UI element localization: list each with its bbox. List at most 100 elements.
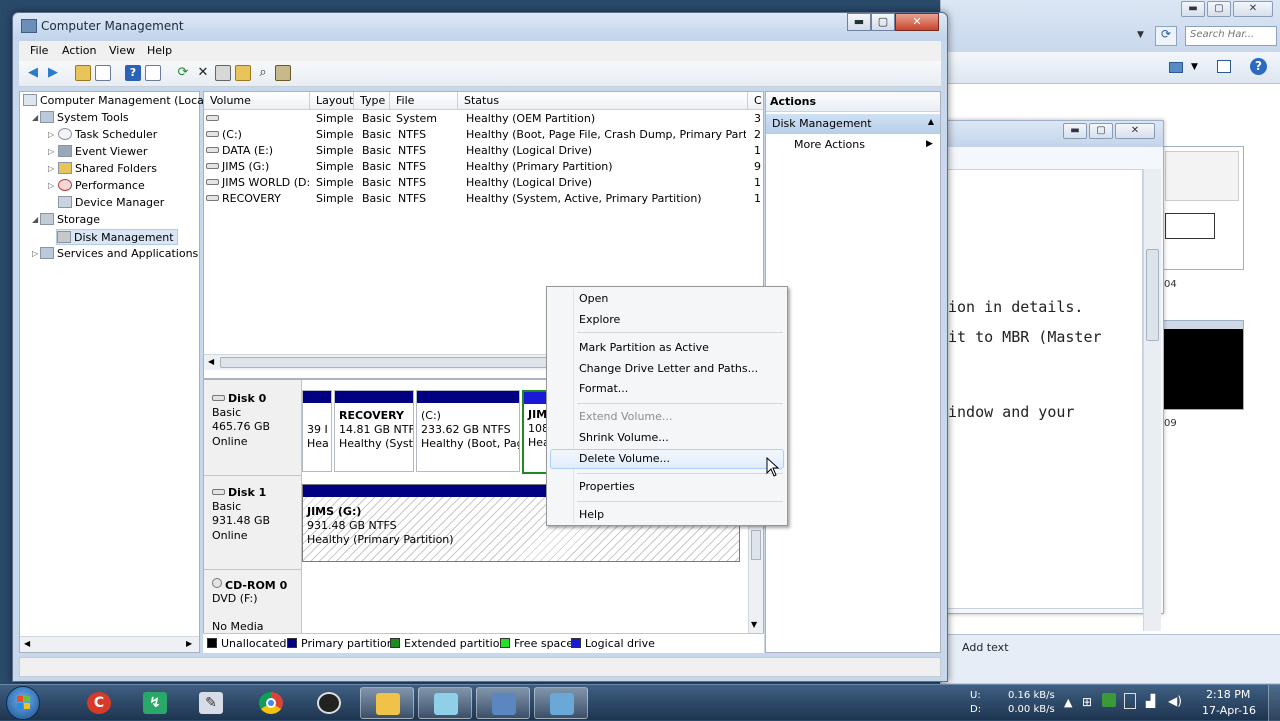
explorer-minimize-button[interactable]: ▬ (1181, 1, 1205, 17)
tree-item-disk-management[interactable]: Disk Management (56, 229, 178, 245)
add-text-label[interactable]: Add text (962, 641, 1009, 654)
disk-0-label[interactable]: Disk 0 Basic 465.76 GB Online (204, 380, 302, 476)
partition-c[interactable]: (C:) 233.62 GB NTFS Healthy (Boot, Pag (416, 390, 520, 472)
taskbar-explorer[interactable] (360, 687, 414, 719)
collapse-up-icon[interactable]: ▲ (928, 117, 934, 126)
start-button[interactable] (6, 686, 40, 720)
menu-item-format[interactable]: Format... (579, 382, 628, 395)
search-input[interactable]: Search Har... (1185, 26, 1277, 46)
actions-disk-management[interactable]: Disk Management ▲ (766, 114, 940, 134)
menu-item-change-drive-letter[interactable]: Change Drive Letter and Paths... (579, 362, 758, 375)
view-options-icon[interactable] (1169, 62, 1183, 73)
properties-icon[interactable] (215, 65, 231, 81)
taskbar-ccleaner[interactable]: C (72, 687, 126, 719)
scrollbar-thumb[interactable] (220, 357, 560, 368)
expand-arrow-icon[interactable]: ▷ (48, 147, 54, 156)
taskbar-chrome[interactable] (244, 687, 298, 719)
menu-item-properties[interactable]: Properties (579, 480, 635, 493)
tree-item-system-tools[interactable]: System Tools (40, 110, 129, 126)
disk-1-label[interactable]: Disk 1 Basic 931.48 GB Online (204, 476, 302, 570)
editor-document[interactable]: ion in details. it to MBR (Master indow … (947, 169, 1143, 609)
speaker-icon[interactable]: ◀) (1168, 694, 1182, 708)
refresh-icon[interactable]: ⟳ (175, 65, 191, 81)
close-button[interactable]: ✕ (895, 13, 939, 31)
back-arrow-icon[interactable]: ◀ (25, 65, 41, 81)
chevron-down-icon[interactable]: ▼ (1191, 62, 1198, 72)
chevron-down-icon[interactable]: ▼ (1137, 30, 1144, 40)
column-header-capacity[interactable]: C (748, 92, 763, 110)
tree-item-services-and-applications[interactable]: Services and Applications (40, 246, 198, 262)
submenu-arrow-icon[interactable]: ▶ (926, 139, 933, 149)
editor-maximize-button[interactable]: ▢ (1089, 123, 1113, 139)
show-pane-icon[interactable] (145, 65, 161, 81)
thumbnail-image[interactable] (1160, 146, 1244, 270)
tree-item-task-scheduler[interactable]: Task Scheduler (58, 127, 157, 143)
scroll-right-icon[interactable]: ▶ (186, 639, 192, 648)
taskbar-image-viewer[interactable] (534, 687, 588, 719)
tree-item-computer-management[interactable]: Computer Management (Local (23, 93, 207, 109)
tree-item-performance[interactable]: Performance (58, 178, 145, 194)
windows-flag-icon[interactable]: ⊞ (1082, 695, 1092, 709)
taskbar-app-green[interactable]: ↯ (128, 687, 182, 719)
tree-item-device-manager[interactable]: Device Manager (58, 195, 164, 211)
tree-horizontal-scrollbar[interactable]: ◀ ▶ (20, 636, 199, 652)
column-header-volume[interactable]: Volume (204, 92, 310, 110)
refresh-icon[interactable]: ⟳ (1155, 26, 1177, 46)
show-hide-tree-icon[interactable] (95, 65, 111, 81)
up-folder-icon[interactable] (75, 65, 91, 81)
taskbar-notepad[interactable] (418, 687, 472, 719)
expand-arrow-icon[interactable]: ▷ (48, 164, 54, 173)
more-actions[interactable]: More Actions (794, 138, 865, 151)
editor-close-button[interactable]: ✕ (1115, 123, 1155, 139)
taskbar-computer-management[interactable] (476, 687, 530, 719)
volume-row[interactable]: (C:) Simple Basic NTFS Healthy (Boot, Page F… (204, 128, 763, 144)
search-icon[interactable]: ⌕ (255, 65, 271, 81)
scroll-left-icon[interactable]: ◀ (208, 357, 214, 366)
expand-arrow-icon[interactable]: ▷ (32, 249, 38, 258)
taskbar-editor[interactable]: ✎ (184, 687, 238, 719)
show-hidden-icons-icon[interactable]: ▲ (1064, 696, 1072, 709)
volume-row[interactable]: JIMS WORLD (D:) Simple Basic NTFS Healthy (L… (204, 176, 763, 192)
export-icon[interactable] (275, 65, 291, 81)
editor-scrollbar[interactable] (1143, 169, 1161, 631)
show-desktop-button[interactable] (1268, 685, 1280, 721)
minimize-button[interactable]: ▬ (847, 13, 871, 31)
volume-row[interactable]: DATA (E:) Simple Basic NTFS Healthy (Logical… (204, 144, 763, 160)
menu-view[interactable]: View (109, 44, 135, 57)
explorer-maximize-button[interactable]: ▢ (1207, 1, 1231, 17)
column-header-file-system[interactable]: File System (390, 92, 458, 125)
clock-time[interactable]: 2:18 PM (1206, 688, 1250, 701)
preview-pane-icon[interactable] (1217, 60, 1231, 73)
partition-recovery[interactable]: RECOVERY 14.81 GB NTF Healthy (Syst (334, 390, 414, 472)
menu-item-open[interactable]: Open (579, 292, 608, 305)
tree-item-shared-folders[interactable]: Shared Folders (58, 161, 157, 177)
help-icon[interactable]: ? (1250, 58, 1267, 75)
expand-arrow-icon[interactable]: ▷ (48, 130, 54, 139)
taskbar-obs[interactable] (302, 687, 356, 719)
tree-item-event-viewer[interactable]: Event Viewer (58, 144, 147, 160)
tree-item-storage[interactable]: Storage (40, 212, 100, 228)
delete-icon[interactable]: ✕ (195, 65, 211, 81)
battery-icon[interactable] (1124, 693, 1136, 709)
volume-row[interactable]: JIMS (G:) Simple Basic NTFS Healthy (Primary… (204, 160, 763, 176)
column-header-layout[interactable]: Layout (310, 92, 354, 110)
menu-item-delete-volume[interactable]: Delete Volume... (579, 452, 670, 465)
scroll-left-icon[interactable]: ◀ (24, 639, 30, 648)
column-header-type[interactable]: Type (354, 92, 390, 110)
forward-arrow-icon[interactable]: ▶ (45, 65, 61, 81)
expand-arrow-icon[interactable]: ▷ (48, 181, 54, 190)
collapse-arrow-icon[interactable]: ◢ (32, 215, 38, 224)
security-icon[interactable] (1102, 693, 1116, 707)
explorer-close-button[interactable]: ✕ (1233, 1, 1273, 17)
open-folder-icon[interactable] (235, 65, 251, 81)
clock-date[interactable]: 17-Apr-16 (1202, 704, 1256, 717)
maximize-button[interactable]: ▢ (871, 13, 895, 31)
network-signal-icon[interactable]: ▟ (1146, 694, 1155, 708)
volume-row[interactable]: RECOVERY Simple Basic NTFS Healthy (System, … (204, 192, 763, 208)
menu-item-explore[interactable]: Explore (579, 313, 620, 326)
menu-item-shrink-volume[interactable]: Shrink Volume... (579, 431, 669, 444)
menu-item-help[interactable]: Help (579, 508, 604, 521)
menu-action[interactable]: Action (62, 44, 96, 57)
column-header-status[interactable]: Status (458, 92, 748, 110)
menu-file[interactable]: File (30, 44, 48, 57)
